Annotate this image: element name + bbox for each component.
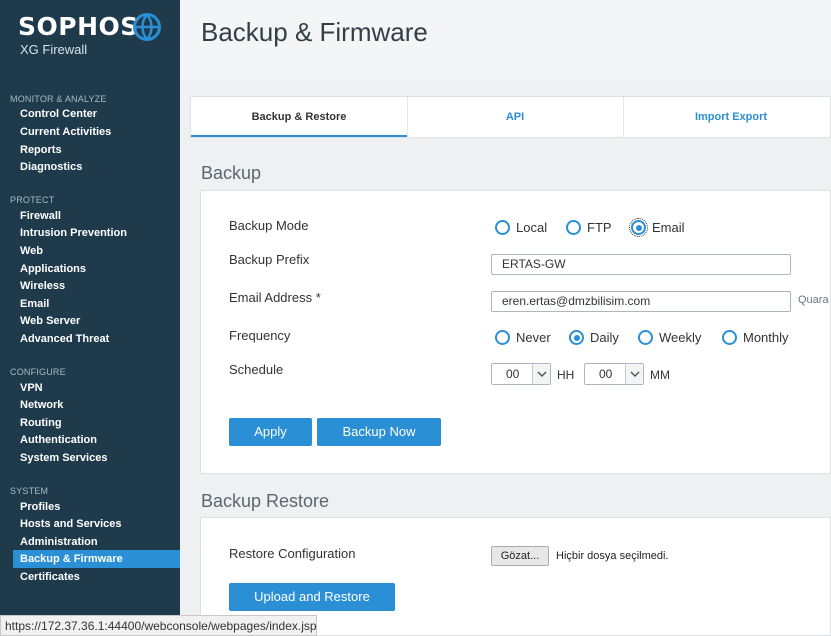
radio-ftp-label: FTP	[587, 220, 612, 235]
nav-item-control-center[interactable]: Control Center	[20, 108, 97, 120]
radio-monthly[interactable]: Monthly	[722, 330, 789, 345]
backup-mode-label: Backup Mode	[229, 218, 309, 233]
nav-item-reports[interactable]: Reports	[20, 144, 62, 156]
nav-item-applications[interactable]: Applications	[20, 263, 86, 275]
email-address-input[interactable]: eren.ertas@dmzbilisim.com	[491, 291, 791, 312]
email-hint-text: Quara	[798, 294, 829, 306]
radio-daily[interactable]: Daily	[569, 330, 619, 345]
nav-item-hosts-and-services[interactable]: Hosts and Services	[20, 518, 122, 530]
backup-section-title: Backup	[201, 163, 262, 183]
tab-import-export[interactable]: Import Export	[623, 97, 831, 137]
radio-email-circle[interactable]	[629, 218, 648, 237]
nav-item-intrusion-prevention[interactable]: Intrusion Prevention	[20, 227, 127, 239]
nav-item-diagnostics[interactable]: Diagnostics	[20, 161, 82, 173]
browser-status-url: https://172.37.36.1:44400/webconsole/web…	[0, 615, 317, 636]
frequency-label: Frequency	[229, 328, 291, 343]
product-name: XG Firewall	[20, 42, 88, 57]
radio-local[interactable]: Local	[495, 220, 547, 235]
chevron-down-icon[interactable]	[532, 364, 550, 384]
hour-select-value: 00	[506, 367, 520, 381]
nav-item-certificates[interactable]: Certificates	[20, 571, 80, 583]
radio-never[interactable]: Never	[495, 330, 551, 345]
brand-name: SOPHOS	[18, 12, 139, 41]
nav-section-protect: PROTECT	[10, 195, 55, 205]
nav-item-advanced-threat[interactable]: Advanced Threat	[20, 333, 109, 345]
radio-monthly-label: Monthly	[743, 330, 789, 345]
radio-email[interactable]: Email	[629, 218, 685, 237]
radio-never-circle[interactable]	[495, 330, 510, 345]
nav-section-system: SYSTEM	[10, 486, 49, 496]
radio-never-label: Never	[516, 330, 551, 345]
restore-configuration-label: Restore Configuration	[229, 546, 356, 561]
radio-weekly-label: Weekly	[659, 330, 702, 345]
sophos-globe-icon	[133, 13, 161, 41]
nav-section-monitor: MONITOR & ANALYZE	[10, 94, 107, 104]
tab-api[interactable]: API	[407, 97, 623, 137]
radio-email-label: Email	[652, 220, 685, 235]
minute-select[interactable]: 00	[584, 363, 644, 385]
backup-prefix-label: Backup Prefix	[229, 252, 310, 267]
radio-local-circle[interactable]	[495, 220, 510, 235]
backup-prefix-input[interactable]: ERTAS-GW	[491, 254, 791, 275]
nav-item-current-activities[interactable]: Current Activities	[20, 126, 111, 138]
nav-item-email[interactable]: Email	[20, 298, 49, 310]
restore-section-title: Backup Restore	[201, 491, 330, 511]
nav-item-administration[interactable]: Administration	[20, 536, 98, 548]
nav-item-network[interactable]: Network	[20, 399, 63, 411]
radio-daily-label: Daily	[590, 330, 619, 345]
nav-item-web-server[interactable]: Web Server	[20, 315, 80, 327]
backup-now-button[interactable]: Backup Now	[317, 418, 441, 446]
minute-select-value: 00	[599, 367, 613, 381]
schedule-label: Schedule	[229, 362, 284, 377]
file-browse-button[interactable]: Gözat...	[491, 546, 549, 566]
nav-section-configure: CONFIGURE	[10, 367, 66, 377]
apply-button[interactable]: Apply	[229, 418, 312, 446]
page-title: Backup & Firmware	[201, 17, 428, 47]
tab-backup-restore[interactable]: Backup & Restore	[191, 97, 407, 137]
email-address-label: Email Address *	[229, 290, 321, 305]
radio-daily-circle[interactable]	[569, 330, 584, 345]
radio-weekly[interactable]: Weekly	[638, 330, 701, 345]
radio-weekly-circle[interactable]	[638, 330, 653, 345]
nav-item-firewall[interactable]: Firewall	[20, 210, 61, 222]
nav-item-backup-firmware[interactable]: Backup & Firmware	[20, 553, 123, 565]
nav-item-profiles[interactable]: Profiles	[20, 501, 60, 513]
chevron-down-icon[interactable]	[625, 364, 643, 384]
sophos-logo[interactable]: SOPHOS XG Firewall	[18, 12, 168, 62]
tab-bar: Backup & Restore API Import Export	[190, 96, 831, 138]
minute-unit-label: MM	[650, 368, 670, 382]
radio-ftp[interactable]: FTP	[566, 220, 612, 235]
nav-item-web[interactable]: Web	[20, 245, 43, 257]
hour-select[interactable]: 00	[491, 363, 551, 385]
sidebar: SOPHOS XG Firewall MONITOR & ANALYZE Con…	[0, 0, 180, 636]
radio-local-label: Local	[516, 220, 548, 235]
nav-item-vpn[interactable]: VPN	[20, 382, 43, 394]
hour-unit-label: HH	[557, 368, 575, 382]
file-status-text: Hiçbir dosya seçilmedi.	[556, 550, 669, 562]
radio-ftp-circle[interactable]	[566, 220, 581, 235]
nav-item-wireless[interactable]: Wireless	[20, 280, 65, 292]
nav-item-authentication[interactable]: Authentication	[20, 434, 97, 446]
nav-item-routing[interactable]: Routing	[20, 417, 62, 429]
upload-and-restore-button[interactable]: Upload and Restore	[229, 583, 395, 611]
nav-item-system-services[interactable]: System Services	[20, 452, 107, 464]
radio-monthly-circle[interactable]	[722, 330, 737, 345]
